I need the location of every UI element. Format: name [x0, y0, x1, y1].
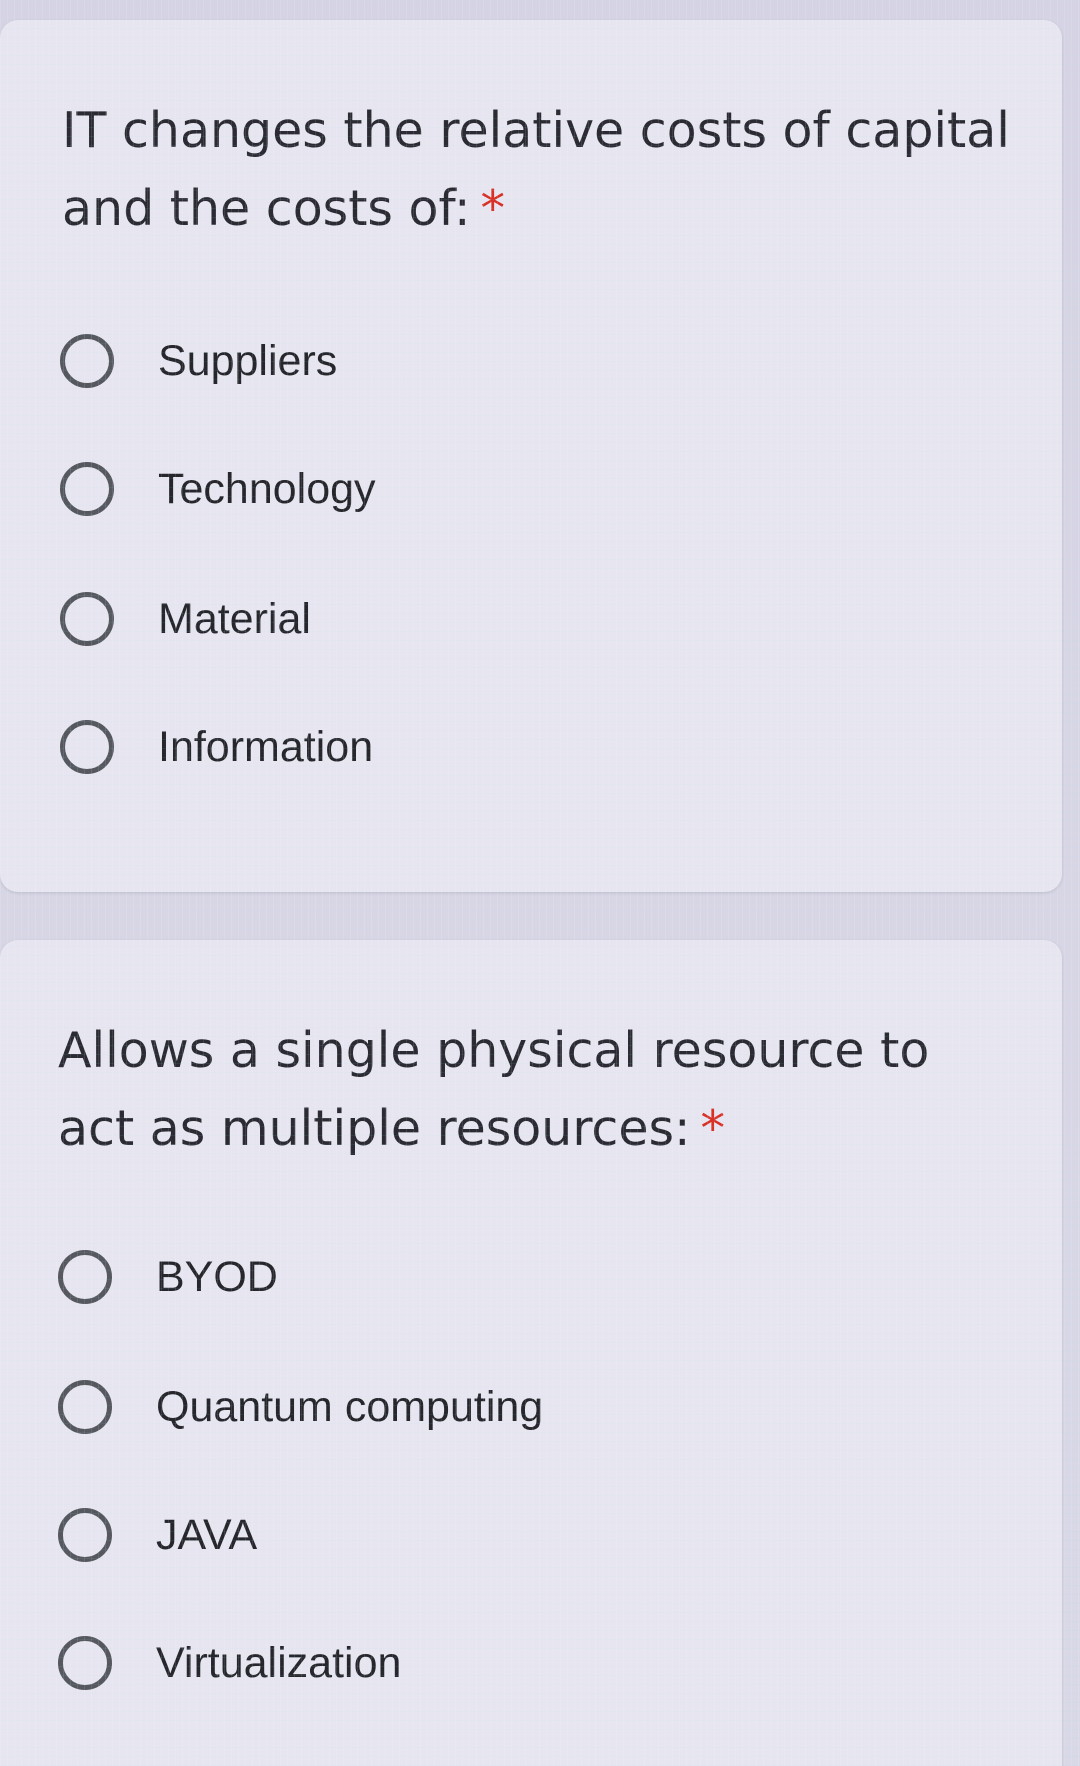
radio-unchecked-icon[interactable]	[58, 1508, 112, 1562]
radio-unchecked-icon[interactable]	[60, 334, 114, 388]
option-label: JAVA	[156, 1511, 258, 1559]
option-label: Material	[158, 595, 311, 643]
option-label: Virtualization	[156, 1639, 402, 1687]
radio-option-material[interactable]: Material	[60, 586, 311, 652]
radio-option-suppliers[interactable]: Suppliers	[60, 328, 337, 394]
option-label: Suppliers	[158, 337, 338, 385]
option-label: BYOD	[156, 1253, 278, 1301]
form-page: IT changes the relative costs of capital…	[0, 0, 1080, 1766]
question-title: IT changes the relative costs of capital…	[62, 92, 1020, 248]
question-title: Allows a single physical resource to act…	[58, 1012, 1020, 1168]
radio-unchecked-icon[interactable]	[60, 462, 114, 516]
radio-option-virtualization[interactable]: Virtualization	[58, 1630, 401, 1696]
option-label: Information	[158, 723, 374, 771]
option-label: Technology	[158, 465, 376, 513]
radio-unchecked-icon[interactable]	[60, 720, 114, 774]
required-asterisk: *	[480, 180, 506, 237]
radio-unchecked-icon[interactable]	[58, 1250, 112, 1304]
radio-unchecked-icon[interactable]	[58, 1636, 112, 1690]
radio-option-quantum-computing[interactable]: Quantum computing	[58, 1374, 543, 1440]
radio-unchecked-icon[interactable]	[58, 1380, 112, 1434]
required-asterisk: *	[700, 1100, 726, 1157]
option-label: Quantum computing	[156, 1383, 544, 1431]
question-text: Allows a single physical resource to act…	[58, 1022, 930, 1157]
radio-option-information[interactable]: Information	[60, 714, 373, 780]
radio-unchecked-icon[interactable]	[60, 592, 114, 646]
radio-option-java[interactable]: JAVA	[58, 1502, 257, 1568]
radio-option-technology[interactable]: Technology	[60, 456, 376, 522]
radio-option-byod[interactable]: BYOD	[58, 1244, 278, 1310]
question-text: IT changes the relative costs of capital…	[62, 102, 1010, 237]
